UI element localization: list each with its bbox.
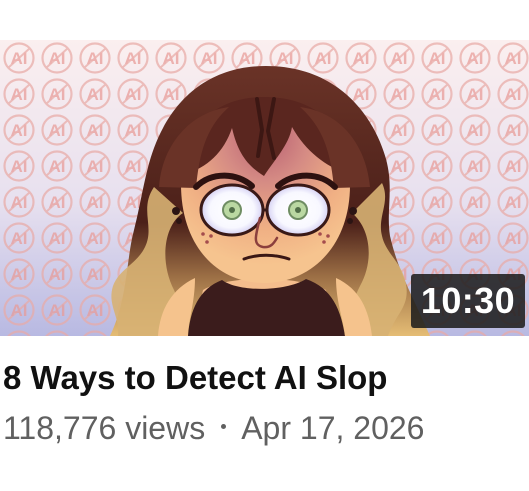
video-title[interactable]: 8 Ways to Detect AI Slop <box>3 355 523 401</box>
view-count: 118,776 views <box>3 410 206 446</box>
dot-icon <box>221 424 227 430</box>
video-thumbnail[interactable]: AI <box>0 40 529 336</box>
video-card[interactable]: AI <box>0 0 529 491</box>
video-metadata: 118,776 views Apr 17, 2026 <box>3 407 523 449</box>
duration-badge: 10:30 <box>410 274 525 328</box>
upload-date: Apr 17, 2026 <box>241 410 425 446</box>
